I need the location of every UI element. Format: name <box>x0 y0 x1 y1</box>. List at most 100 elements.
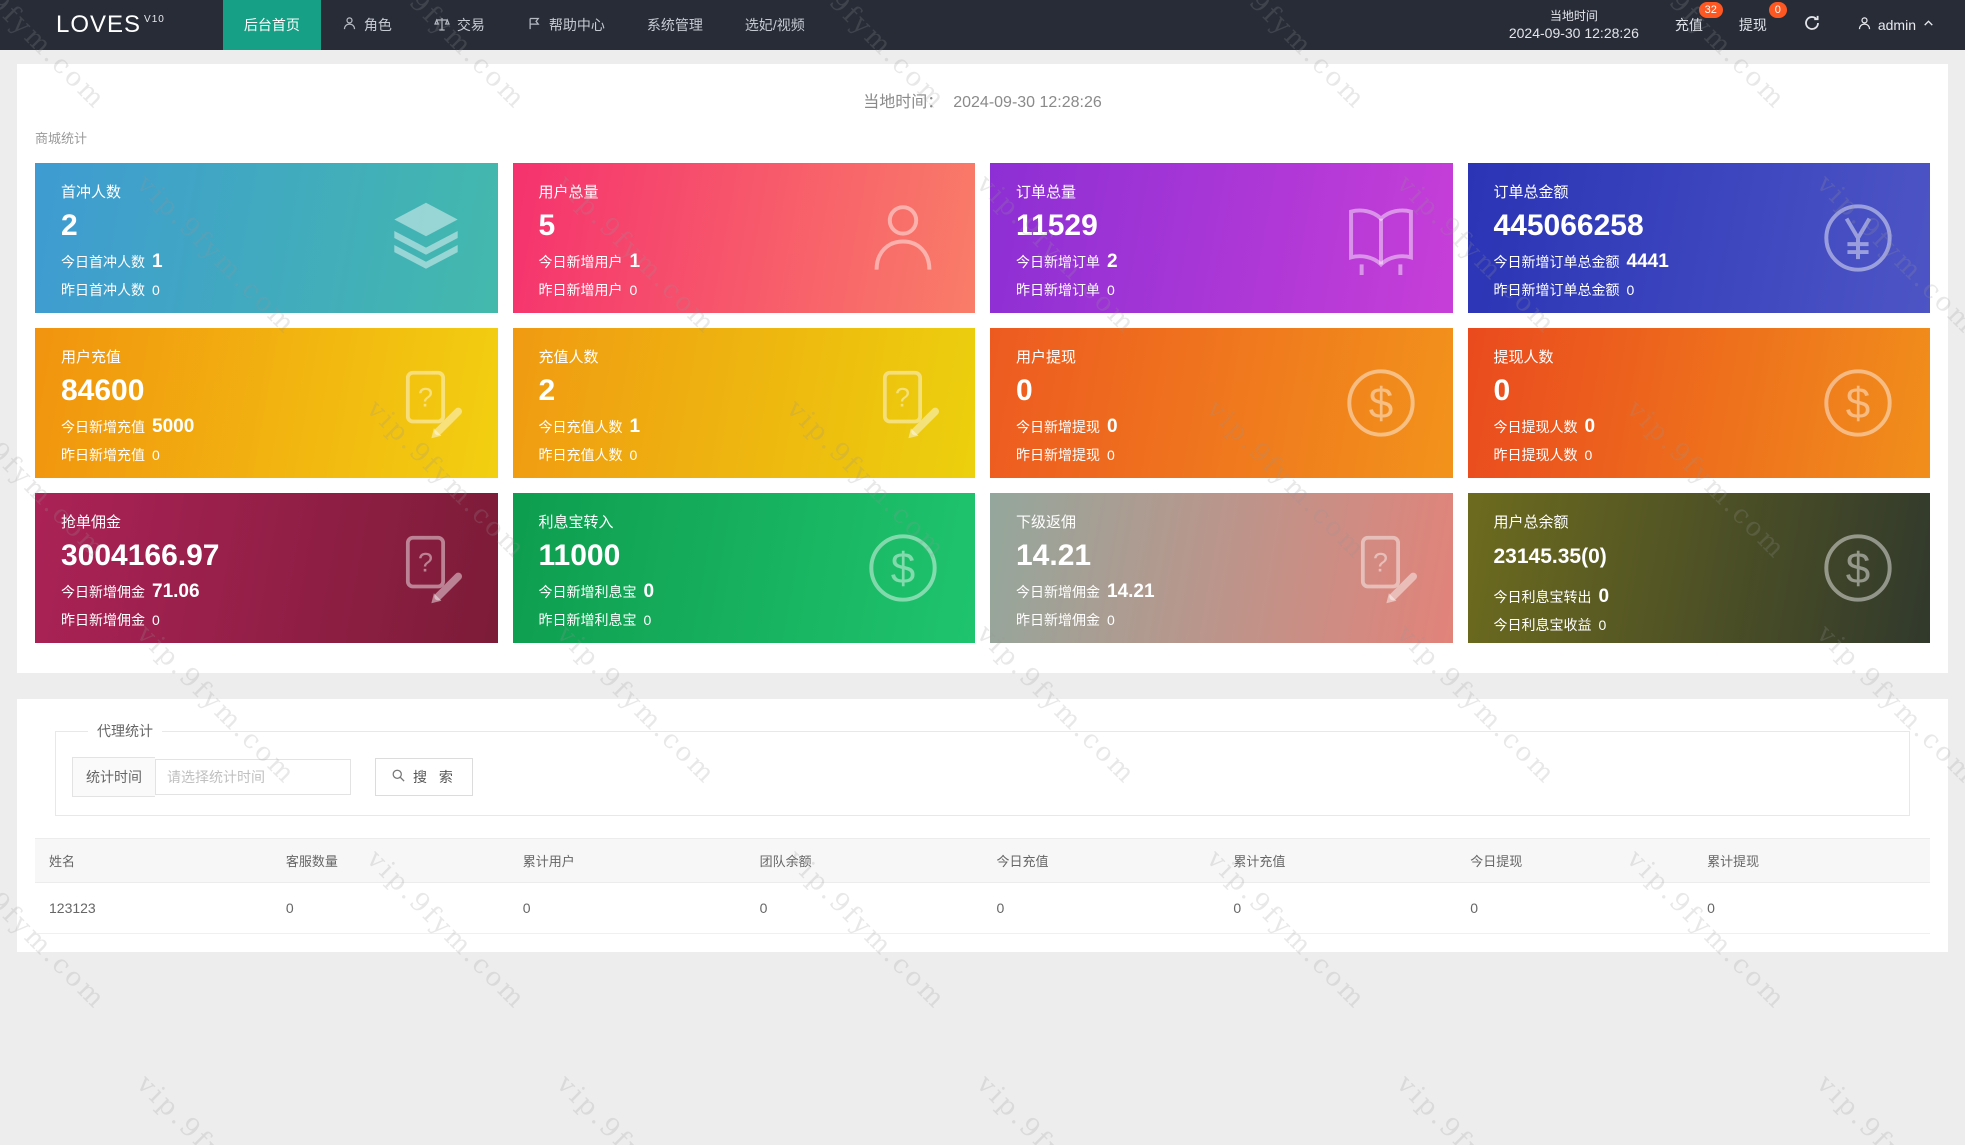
navbar-local-time: 当地时间 2024-09-30 12:28:26 <box>1509 8 1639 42</box>
card-yesterday-line: 昨日新增佣金 0 <box>1016 612 1115 628</box>
withdraw-label: 提现 <box>1738 17 1767 33</box>
time-line-value: 2024-09-30 12:28:26 <box>953 94 1102 111</box>
col-header-today-recharge: 今日充值 <box>982 838 1220 883</box>
col-header-today-withdraw: 今日提现 <box>1456 838 1694 883</box>
username: admin <box>1877 17 1916 33</box>
stat-card-sub-commission: 下级返佣 14.21 今日新增佣金 14.21 昨日新增佣金 0 ? <box>990 493 1453 643</box>
doc-edit-icon: ? <box>386 526 470 610</box>
local-time-value: 2024-09-30 12:28:26 <box>1508 25 1639 41</box>
cell-team-balance: 0 <box>745 882 983 934</box>
col-header-total-users: 累计用户 <box>508 838 746 883</box>
col-header-service-count: 客服数量 <box>271 838 509 883</box>
svg-text:?: ? <box>418 547 433 577</box>
col-header-total-recharge: 累计充值 <box>1219 838 1457 883</box>
card-yesterday-line: 昨日新增利息宝 0 <box>538 612 652 628</box>
logo-text: LOVES <box>56 11 142 38</box>
stats-section-title: 商城统计 <box>35 131 88 146</box>
main-menu: 后台首页 角色 交易 帮助中心 系统管理 选妃/视频 <box>222 0 826 50</box>
flag-icon <box>527 16 542 34</box>
svg-text:?: ? <box>895 382 910 412</box>
search-icon <box>391 768 406 786</box>
filter-label: 统计时间 <box>72 757 155 797</box>
svg-text:$: $ <box>1846 544 1870 593</box>
layers-icon <box>382 194 470 282</box>
stats-panel: 当地时间： 2024-09-30 12:28:26 商城统计 首冲人数 2 今日首… <box>17 64 1948 673</box>
stat-card-total-order-amount: 订单总金额 445066258 今日新增订单总金额 4441 昨日新增订单总金额 0 <box>1467 163 1930 313</box>
navbar-right: 当地时间 2024-09-30 12:28:26 充值 32 提现 0 admi… <box>1509 0 1965 50</box>
svg-text:?: ? <box>418 382 433 412</box>
svg-text:$: $ <box>891 544 915 593</box>
withdraw-badge: 0 <box>1768 2 1787 18</box>
withdraw-nav-item[interactable]: 提现 0 <box>1738 2 1787 35</box>
menu-item-label: 后台首页 <box>243 17 300 33</box>
stat-card-order-commission: 抢单佣金 3004166.97 今日新增佣金 71.06 昨日新增佣金 0 ? <box>35 493 498 643</box>
card-yesterday-line: 昨日新增充值 0 <box>61 447 160 463</box>
stat-card-first-charge-users: 首冲人数 2 今日首冲人数 1 昨日首冲人数 0 <box>35 163 498 313</box>
col-header-name: 姓名 <box>35 838 272 883</box>
agent-section-title: 代理统计 <box>97 723 153 739</box>
cell-service-count: 0 <box>271 882 509 934</box>
card-yesterday-line: 昨日提现人数 0 <box>1493 447 1593 463</box>
doc-edit-icon: ? <box>1341 526 1425 610</box>
recharge-label: 充值 <box>1674 17 1703 33</box>
search-button-label: 搜 索 <box>413 769 457 785</box>
user-menu[interactable]: admin <box>1857 16 1935 34</box>
doc-edit-icon: ? <box>863 361 947 445</box>
refresh-icon <box>1803 14 1821 37</box>
search-button[interactable]: 搜 索 <box>375 758 473 796</box>
menu-item-help[interactable]: 帮助中心 <box>506 0 626 50</box>
agent-filter-row: 统计时间 搜 索 <box>72 757 1893 797</box>
menu-item-system[interactable]: 系统管理 <box>626 0 724 50</box>
menu-item-video[interactable]: 选妃/视频 <box>724 0 826 50</box>
scales-icon <box>433 16 450 35</box>
logo-version: V10 <box>144 13 165 25</box>
recharge-nav-item[interactable]: 充值 32 <box>1674 2 1723 35</box>
time-line-label: 当地时间： <box>863 94 944 111</box>
menu-item-roles[interactable]: 角色 <box>321 0 413 50</box>
refresh-button[interactable] <box>1803 14 1821 37</box>
dollar-circle-icon: $ <box>1814 524 1902 612</box>
doc-edit-icon: ? <box>386 361 470 445</box>
agent-table-header-row: 姓名 客服数量 累计用户 团队余额 今日充值 累计充值 今日提现 累计提现 <box>35 838 1930 883</box>
cell-total-recharge: 0 <box>1219 882 1457 934</box>
cell-name: 123123 <box>35 882 272 934</box>
stat-card-total-orders: 订单总量 11529 今日新增订单 2 昨日新增订单 0 <box>990 163 1453 313</box>
svg-text:?: ? <box>1373 547 1388 577</box>
menu-item-label: 选妃/视频 <box>744 17 805 33</box>
chevron-up-icon <box>1922 17 1935 33</box>
dollar-circle-icon: $ <box>1337 359 1425 447</box>
stat-card-user-withdraw: 用户提现 0 今日新增提现 0 昨日新增提现 0 $ <box>990 328 1453 478</box>
menu-item-trade[interactable]: 交易 <box>413 0 506 50</box>
app-logo[interactable]: LOVES V10 <box>0 0 223 50</box>
card-yesterday-line: 昨日充值人数 0 <box>538 447 638 463</box>
card-yesterday-line: 昨日首冲人数 0 <box>61 282 160 298</box>
stat-card-recharge-users: 充值人数 2 今日充值人数 1 昨日充值人数 0 ? <box>512 328 975 478</box>
stat-card-user-total-balance: 用户总余额 23145.35(0) 今日利息宝转出 0 今日利息宝收益 0 $ <box>1467 493 1930 643</box>
user-icon <box>859 194 947 282</box>
stat-time-input[interactable] <box>155 759 351 795</box>
cell-total-withdraw: 0 <box>1693 882 1930 934</box>
menu-item-label: 系统管理 <box>646 17 703 33</box>
dollar-circle-icon: $ <box>1814 359 1902 447</box>
stats-cards-grid: 首冲人数 2 今日首冲人数 1 昨日首冲人数 0 用户总量 5 今日新增用户 1 昨日… <box>35 163 1930 643</box>
card-yesterday-line: 昨日新增提现 0 <box>1016 447 1115 463</box>
agent-table: 姓名 客服数量 累计用户 团队余额 今日充值 累计充值 今日提现 累计提现 12… <box>35 838 1930 934</box>
col-header-total-withdraw: 累计提现 <box>1693 838 1930 883</box>
menu-item-label: 帮助中心 <box>548 17 605 33</box>
menu-item-label: 交易 <box>456 17 485 33</box>
card-yesterday-line: 今日利息宝收益 0 <box>1493 617 1607 633</box>
menu-item-label: 角色 <box>363 17 392 33</box>
agent-panel: 代理统计 统计时间 搜 索 姓名 客服数量 累计用户 团队余额 今日充值 累计充… <box>17 699 1948 952</box>
svg-text:$: $ <box>1846 379 1870 428</box>
svg-text:$: $ <box>1368 379 1392 428</box>
person-icon <box>342 16 357 34</box>
card-yesterday-line: 昨日新增用户 0 <box>538 282 638 298</box>
dollar-circle-icon: $ <box>859 524 947 612</box>
user-icon <box>1857 16 1872 34</box>
menu-item-home[interactable]: 后台首页 <box>222 0 321 50</box>
cell-today-withdraw: 0 <box>1456 882 1694 934</box>
stat-card-user-recharge: 用户充值 84600 今日新增充值 5000 昨日新增充值 0 ? <box>35 328 498 478</box>
col-header-team-balance: 团队余额 <box>745 838 983 883</box>
stat-card-lixibao-in: 利息宝转入 11000 今日新增利息宝 0 昨日新增利息宝 0 $ <box>512 493 975 643</box>
table-row: 123123 0 0 0 0 0 0 0 <box>35 882 1930 934</box>
